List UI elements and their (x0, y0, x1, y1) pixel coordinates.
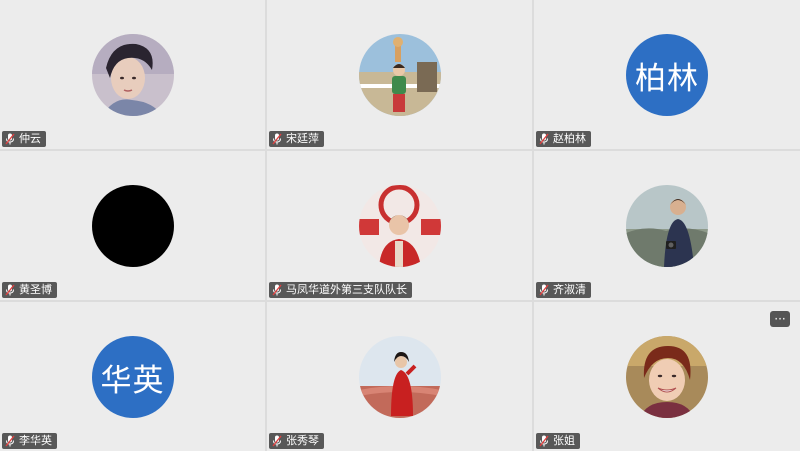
avatar (358, 336, 441, 418)
participant-name: 赵柏林 (553, 132, 586, 145)
avatar (91, 34, 174, 116)
participant-name: 李华英 (19, 434, 52, 447)
mic-icon (5, 284, 15, 296)
participant-nametag: 宋廷萍 (269, 131, 324, 147)
woman-camera-icon (626, 185, 708, 267)
mic-icon (272, 284, 282, 296)
participant-tile-2[interactable]: 柏林 赵柏林 (534, 0, 800, 149)
woman-volunteer-icon (358, 185, 441, 267)
avatar-initials: 柏林 (635, 60, 699, 97)
avatar (358, 185, 441, 267)
participant-name: 齐淑清 (553, 283, 586, 296)
participant-tile-0[interactable]: 仲云 (0, 0, 265, 149)
participant-tile-6[interactable]: 华英 李华英 (0, 302, 265, 451)
participant-nametag: 张姐 (536, 433, 580, 449)
avatar-text-circle: 华英 (91, 336, 174, 418)
mic-icon (272, 435, 282, 447)
avatar (626, 336, 708, 418)
participant-tile-5[interactable]: 齐淑清 (534, 151, 800, 300)
mic-icon (5, 435, 15, 447)
participant-tile-7[interactable]: 张秀琴 (267, 302, 532, 451)
participant-tile-8[interactable]: ··· 张姐 (534, 302, 800, 451)
mic-icon (539, 284, 549, 296)
woman-red-coat-icon (358, 336, 441, 418)
participant-name: 宋廷萍 (286, 132, 319, 145)
participant-name: 张秀琴 (286, 434, 319, 447)
avatar-blank (91, 185, 174, 267)
more-options-button[interactable]: ··· (770, 311, 790, 327)
participant-name: 黄圣博 (19, 283, 52, 296)
woman-outdoor-icon (358, 34, 441, 116)
avatar (626, 185, 708, 267)
participant-tile-3[interactable]: 黄圣博 (0, 151, 265, 300)
participant-nametag: 齐淑清 (536, 282, 591, 298)
avatar (358, 34, 441, 116)
woman-portrait-icon (91, 34, 174, 116)
participant-nametag: 仲云 (2, 131, 46, 147)
avatar-initials: 华英 (100, 362, 165, 399)
participant-name: 马凤华道外第三支队队长 (286, 283, 407, 296)
participant-name: 张姐 (553, 434, 575, 447)
woman-smiling-icon (626, 336, 708, 418)
mic-icon (272, 133, 282, 145)
video-grid: 仲云 宋廷萍 柏林 赵柏林 黄圣博 马凤华道外第三支队队长 齐淑清 华英 李华英… (0, 0, 800, 451)
participant-nametag: 马凤华道外第三支队队长 (269, 282, 412, 298)
mic-icon (539, 133, 549, 145)
mic-icon (539, 435, 549, 447)
participant-nametag: 赵柏林 (536, 131, 591, 147)
participant-tile-4[interactable]: 马凤华道外第三支队队长 (267, 151, 532, 300)
mic-icon (5, 133, 15, 145)
participant-nametag: 张秀琴 (269, 433, 324, 449)
participant-tile-1[interactable]: 宋廷萍 (267, 0, 532, 149)
participant-nametag: 李华英 (2, 433, 57, 449)
avatar-text-circle: 柏林 (626, 34, 708, 116)
participant-name: 仲云 (19, 132, 41, 145)
participant-nametag: 黄圣博 (2, 282, 57, 298)
